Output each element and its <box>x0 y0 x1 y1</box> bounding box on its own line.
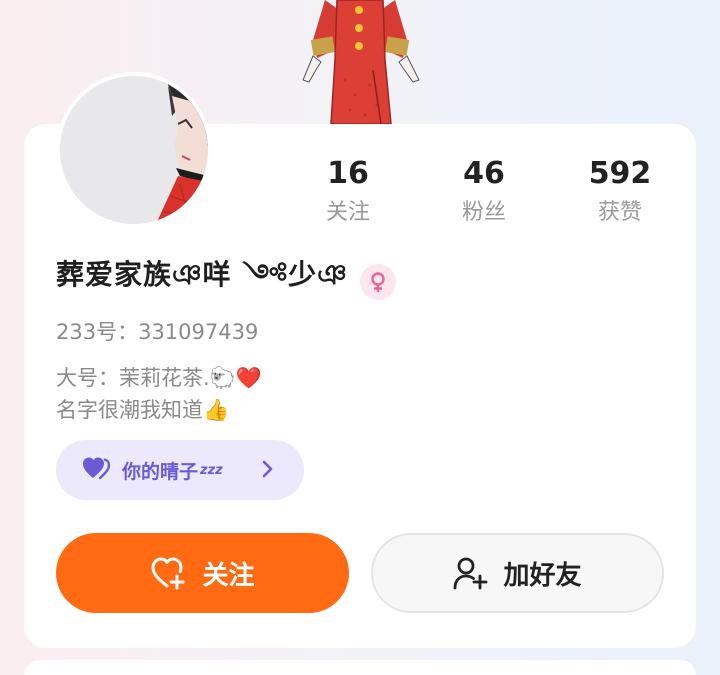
bio-line: 名字很潮我知道👍 <box>56 398 230 422</box>
stat-following-label: 关注 <box>325 200 370 225</box>
add-user-icon <box>454 557 488 590</box>
stat-fans-count: 46 <box>463 156 505 191</box>
bio: 大号：茉莉花茶.🐑❤️ 名字很潮我知道👍 <box>56 362 262 426</box>
add-friend-button-label: 加好友 <box>503 560 582 591</box>
stat-likes-label: 获赞 <box>597 200 642 225</box>
stat-fans-label: 粉丝 <box>461 200 506 225</box>
add-friend-button[interactable]: 加好友 <box>371 533 664 613</box>
username: 葬爱家族ঞ咩 ༺少ঞ <box>56 257 348 291</box>
bio-line: 大号：茉莉花茶.🐑❤️ <box>56 366 262 390</box>
next-card-edge <box>24 660 696 675</box>
stats-row: 16 关注 46 粉丝 592 获赞 <box>0 148 720 238</box>
tag-label: 你的晴子 <box>122 460 199 483</box>
heart-plus-icon <box>151 557 185 590</box>
follow-button-label: 关注 <box>202 560 255 591</box>
stat-following[interactable]: 16 关注 <box>288 154 408 230</box>
user-id: 233号：331097439 <box>56 320 259 344</box>
character-illustration <box>295 0 425 125</box>
heart-icon <box>82 456 112 484</box>
stat-fans[interactable]: 46 粉丝 <box>424 154 544 230</box>
female-icon <box>359 264 396 300</box>
stat-likes-count: 592 <box>588 156 652 191</box>
tag-sleep-suffix: zzz <box>200 462 223 478</box>
stat-likes[interactable]: 592 获赞 <box>560 154 680 230</box>
follow-button[interactable]: 关注 <box>56 533 349 613</box>
name-row: 葬爱家族ঞ咩 ༺少ঞ <box>56 258 396 304</box>
chevron-right-icon <box>262 459 274 483</box>
relationship-tag[interactable]: 你的晴子 zzz <box>56 440 304 500</box>
stat-following-count: 16 <box>327 156 369 191</box>
